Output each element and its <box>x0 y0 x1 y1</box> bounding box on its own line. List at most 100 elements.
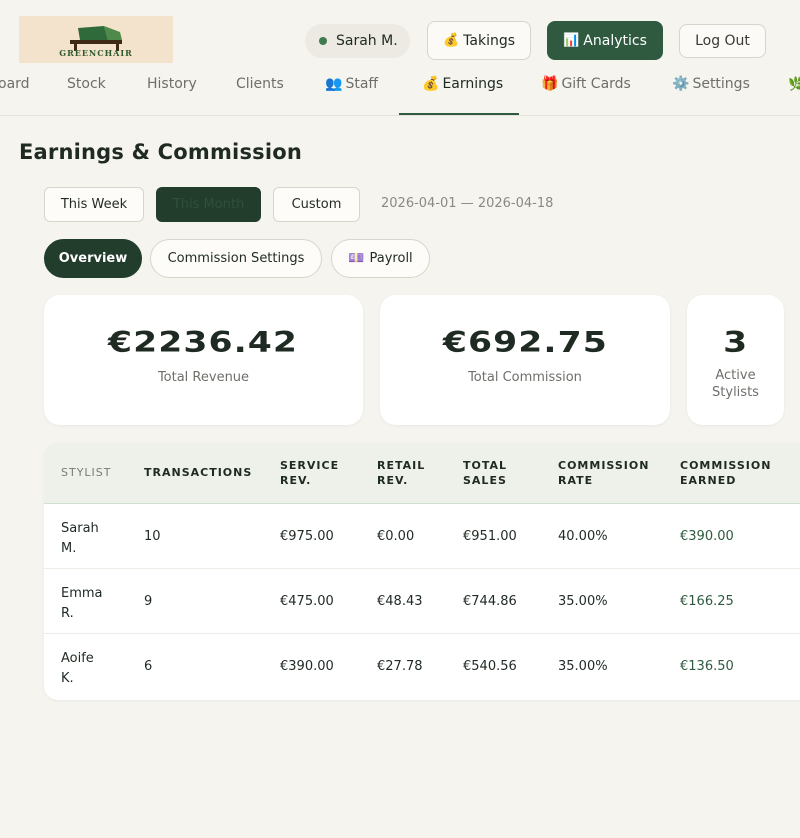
header-line: SERVICE <box>280 459 340 472</box>
table-header: STYLIST TRANSACTIONS SERVICE REV. RETAIL… <box>44 443 800 504</box>
stylist-name: Emma R. <box>61 584 121 624</box>
table-row[interactable]: Aoife K. 6 €390.00 €27.78 €540.56 35.00%… <box>44 634 800 699</box>
banknote-icon: 💷 <box>348 251 365 266</box>
name-line: Aoife <box>61 651 94 666</box>
header-line: REV. <box>377 474 409 487</box>
people-icon: 👥 <box>325 76 343 92</box>
total-sales-cell: €540.56 <box>463 659 517 674</box>
tab-label: Overview <box>58 251 128 266</box>
commission-rate-cell: 40.00% <box>558 529 608 544</box>
name-line: R. <box>61 606 74 621</box>
service-rev-cell: €975.00 <box>280 529 334 544</box>
user-indicator: Sarah M. <box>305 24 410 58</box>
analytics-label: Analytics <box>583 32 647 49</box>
header-line: TOTAL <box>463 459 508 472</box>
active-stylists-value: 3 <box>722 324 749 360</box>
gift-icon: 🎁 <box>541 76 559 92</box>
col-header-service-rev: SERVICE REV. <box>280 458 339 488</box>
total-revenue-label: Total Revenue <box>157 370 250 385</box>
service-rev-cell: €475.00 <box>280 594 334 609</box>
nav-item-dashboard[interactable]: oard <box>0 76 30 92</box>
header-line: REV. <box>280 474 312 487</box>
active-stylists-card: 3 Active Stylists <box>687 295 784 425</box>
col-header-retail-rev: RETAIL REV. <box>377 458 425 488</box>
brand-logo[interactable]: GREENCHAIR <box>19 16 173 63</box>
active-tab-indicator <box>399 113 519 115</box>
logout-label: Log Out <box>695 33 750 49</box>
transactions-cell: 10 <box>144 529 161 544</box>
name-line: M. <box>61 541 77 556</box>
nav-item-settings[interactable]: ⚙️ Settings <box>672 76 750 92</box>
tab-overview[interactable]: Overview <box>44 239 142 278</box>
retail-rev-cell: €27.78 <box>377 659 423 674</box>
logout-button[interactable]: Log Out <box>679 24 766 58</box>
main-nav: oard Stock History Clients 👥 Staff 💰 Ear… <box>0 68 800 116</box>
retail-rev-cell: €48.43 <box>377 594 423 609</box>
retail-rev-cell: €0.00 <box>377 529 415 544</box>
nav-item-label: History <box>147 76 197 92</box>
total-revenue-card: €2236.42 Total Revenue <box>44 295 363 425</box>
commission-rate-cell: 35.00% <box>558 594 608 609</box>
page-title: Earnings & Commission <box>19 140 303 164</box>
nav-item-label: Gift Cards <box>561 76 631 92</box>
label-line: Active <box>715 368 756 383</box>
nav-item-stock[interactable]: Stock <box>67 76 106 92</box>
tab-label: Payroll <box>369 251 413 266</box>
analytics-button[interactable]: 📊 Analytics <box>547 21 663 60</box>
gear-icon: ⚙️ <box>672 76 690 92</box>
nav-item-earnings[interactable]: 💰 Earnings <box>422 76 503 92</box>
nav-item-staff[interactable]: 👥 Staff <box>325 76 378 92</box>
transactions-cell: 9 <box>144 594 153 609</box>
total-revenue-value: €2236.42 <box>108 324 299 360</box>
header-line: EARNED <box>680 474 737 487</box>
nav-item-label: Settings <box>692 76 750 92</box>
commission-earned-cell: €136.50 <box>680 659 734 674</box>
period-this-month-button[interactable]: This Month <box>156 187 261 222</box>
header-line: COMMISSION <box>558 459 650 472</box>
user-name: Sarah M. <box>336 33 398 49</box>
total-sales-cell: €951.00 <box>463 529 517 544</box>
header-line: COMMISSION <box>680 459 772 472</box>
nav-item-history[interactable]: History <box>147 76 197 92</box>
takings-label: Takings <box>463 32 516 49</box>
bar-chart-icon: 📊 <box>563 33 580 48</box>
name-line: K. <box>61 671 74 686</box>
commission-earned-cell: €390.00 <box>680 529 734 544</box>
nav-item-label: oard <box>0 76 30 92</box>
service-rev-cell: €390.00 <box>280 659 334 674</box>
money-bag-icon: 💰 <box>442 33 460 48</box>
header-line: RATE <box>558 474 594 487</box>
nav-item-label: Stock <box>67 76 106 92</box>
nav-item-label: Staff <box>345 76 379 92</box>
name-line: Emma <box>61 586 103 601</box>
transactions-cell: 6 <box>144 659 153 674</box>
header-line: RETAIL <box>377 459 426 472</box>
date-range-text: 2026-04-01 — 2026-04-18 <box>381 196 554 211</box>
nav-item-clients[interactable]: Clients <box>236 76 284 92</box>
col-header-transactions: TRANSACTIONS <box>144 466 253 479</box>
tab-payroll[interactable]: 💷 Payroll <box>331 239 430 278</box>
total-commission-value: €692.75 <box>442 324 608 360</box>
period-custom-button[interactable]: Custom <box>273 187 360 222</box>
col-header-stylist: STYLIST <box>61 466 112 479</box>
col-header-total-sales: TOTAL SALES <box>463 458 507 488</box>
period-this-week-button[interactable]: This Week <box>44 187 144 222</box>
label-line: Stylists <box>712 385 759 400</box>
nav-item-label: Clients <box>236 76 284 92</box>
leaf-icon: 🌿 <box>788 76 800 92</box>
total-commission-card: €692.75 Total Commission <box>380 295 670 425</box>
tab-label: Commission Settings <box>167 251 305 266</box>
col-header-commission-rate: COMMISSION RATE <box>558 458 649 488</box>
nav-item-overflow[interactable]: 🌿 <box>788 76 800 92</box>
nav-item-label: Earnings <box>442 76 504 92</box>
table-row[interactable]: Sarah M. 10 €975.00 €0.00 €951.00 40.00%… <box>44 504 800 569</box>
tab-commission-settings[interactable]: Commission Settings <box>150 239 322 278</box>
money-bag-icon: 💰 <box>422 76 440 92</box>
total-commission-label: Total Commission <box>468 370 582 385</box>
takings-button[interactable]: 💰 Takings <box>427 21 531 60</box>
table-row[interactable]: Emma R. 9 €475.00 €48.43 €744.86 35.00% … <box>44 569 800 634</box>
total-sales-cell: €744.86 <box>463 594 517 609</box>
nav-item-gift-cards[interactable]: 🎁 Gift Cards <box>541 76 631 92</box>
commission-earned-cell: €166.25 <box>680 594 734 609</box>
logo-text: GREENCHAIR <box>59 47 133 58</box>
